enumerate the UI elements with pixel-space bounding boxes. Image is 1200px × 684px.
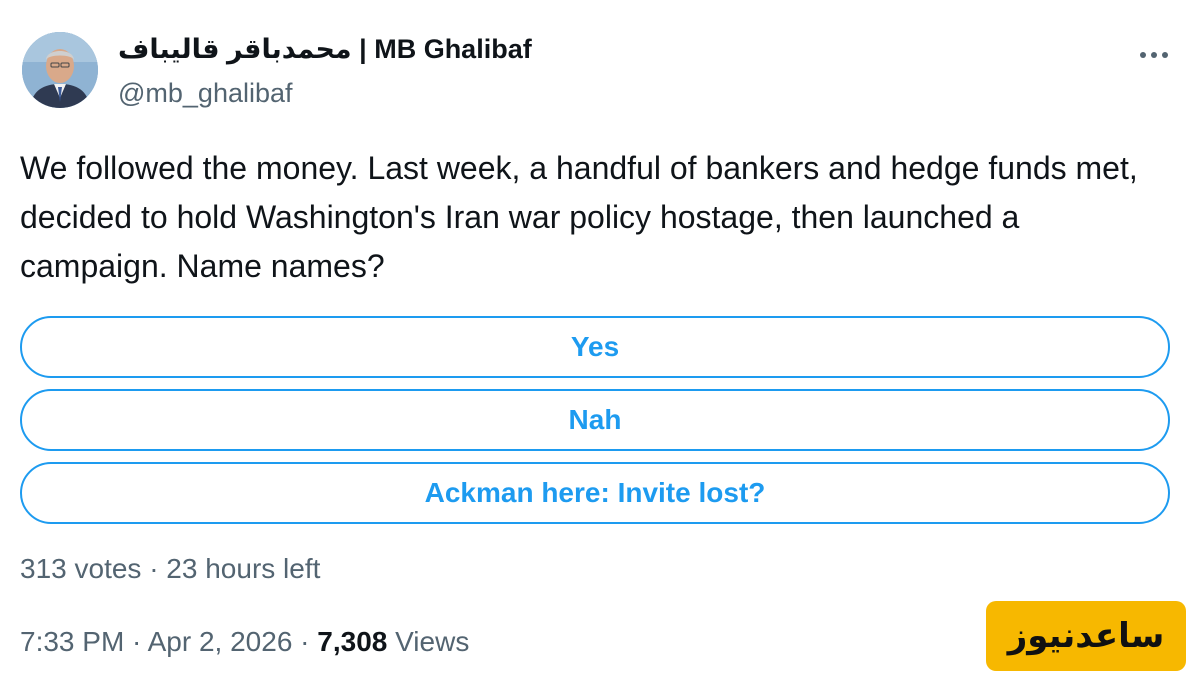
watermark-text: ساعدنیوز — [1007, 616, 1165, 656]
profile-photo — [22, 32, 98, 108]
tweet-meta: 7:33 PM · Apr 2, 2026 · 7,308 Views — [20, 626, 469, 658]
poll-meta: 313 votes · 23 hours left — [20, 553, 321, 584]
tweet-text: We followed the money. Last week, a hand… — [20, 150, 1138, 284]
poll-option-ackman[interactable]: Ackman here: Invite lost? — [20, 462, 1170, 524]
poll-option-nah[interactable]: Nah — [20, 389, 1170, 451]
watermark-logo: ساعدنیوز — [986, 601, 1186, 671]
author-display-name[interactable]: محمدباقر قالیباف | MB Ghalibaf — [118, 34, 532, 65]
more-options-button[interactable] — [1136, 40, 1172, 70]
views-label: Views — [387, 626, 470, 657]
views-count: 7,308 — [317, 626, 388, 657]
more-dots-icon — [1140, 52, 1168, 58]
poll-option-yes[interactable]: Yes — [20, 316, 1170, 378]
author-handle[interactable]: @mb_ghalibaf — [118, 78, 293, 109]
avatar[interactable] — [22, 32, 98, 108]
meta-separator: · — [292, 626, 318, 657]
timestamp[interactable]: 7:33 PM · Apr 2, 2026 — [20, 626, 292, 657]
